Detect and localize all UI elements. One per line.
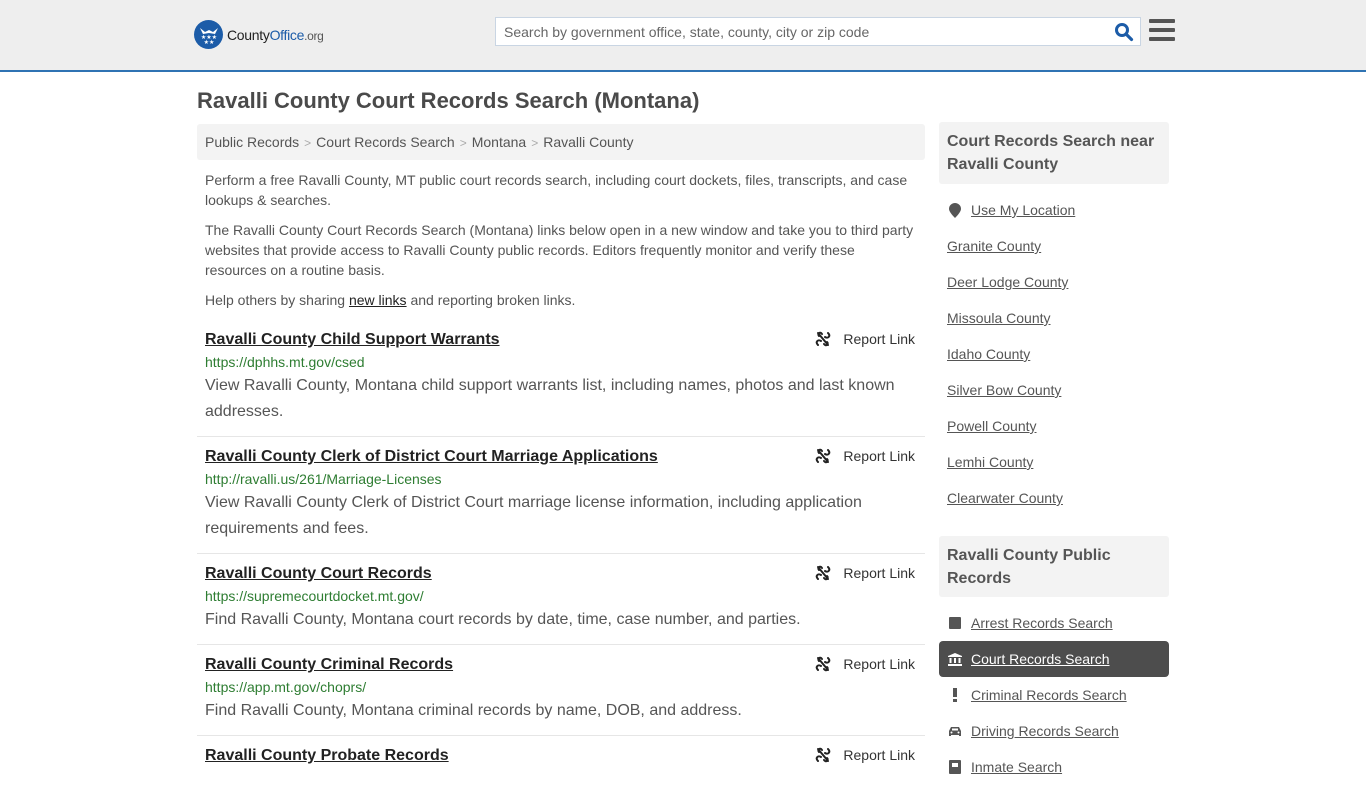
search-box <box>495 17 1141 46</box>
result-item: Ravalli County Child Support Warrants Re… <box>197 331 925 425</box>
result-url: https://supremecourtdocket.mt.gov/ <box>205 588 424 604</box>
broken-link-icon <box>816 747 831 763</box>
result-item: Ravalli County Court Records Report Link… <box>197 565 925 633</box>
new-links-link[interactable]: new links <box>349 292 407 308</box>
intro-paragraph-2: The Ravalli County Court Records Search … <box>205 222 914 278</box>
svg-text:★★: ★★ <box>203 39 214 45</box>
nearby-county-link[interactable]: Clearwater County <box>947 490 1063 506</box>
report-link-button[interactable]: Report Link <box>815 331 915 347</box>
result-item: Ravalli County Probate Records Report Li… <box>197 747 925 765</box>
nearby-county-link[interactable]: Granite County <box>947 238 1041 254</box>
search-icon <box>1115 23 1134 42</box>
result-title-link[interactable]: Ravalli County Clerk of District Court M… <box>205 448 658 465</box>
sidebar-item-driving-records[interactable]: Driving Records Search <box>939 713 1169 749</box>
nearby-county-link[interactable]: Deer Lodge County <box>947 274 1068 290</box>
divider <box>197 644 925 645</box>
map-marker-icon <box>948 202 962 218</box>
site-header: ★★★ ★★ CountyOffice.org <box>0 0 1366 72</box>
breadcrumb-separator: > <box>304 136 312 150</box>
breadcrumb-ravalli-county[interactable]: Ravalli County <box>543 134 633 150</box>
result-title-link[interactable]: Ravalli County Criminal Records <box>205 656 453 673</box>
inmate-icon <box>948 760 962 774</box>
use-my-location[interactable]: Use My Location <box>939 192 1169 228</box>
divider <box>197 735 925 736</box>
courthouse-icon <box>948 652 962 666</box>
intro-paragraph-3: Help others by sharing new links and rep… <box>205 292 576 308</box>
broken-link-icon <box>816 331 831 347</box>
result-title-link[interactable]: Ravalli County Court Records <box>205 565 432 582</box>
result-title-link[interactable]: Ravalli County Probate Records <box>205 747 449 764</box>
result-url: https://dphhs.mt.gov/csed <box>205 354 365 370</box>
report-link-button[interactable]: Report Link <box>815 565 915 581</box>
nearby-county-link[interactable]: Idaho County <box>947 346 1030 362</box>
logo-text: CountyOffice.org <box>227 26 324 43</box>
breadcrumb-montana[interactable]: Montana <box>472 134 526 150</box>
result-item: Ravalli County Clerk of District Court M… <box>197 448 925 542</box>
breadcrumb-separator: > <box>459 136 467 150</box>
result-description: View Ravalli County Clerk of District Co… <box>205 494 862 537</box>
broken-link-icon <box>816 448 831 464</box>
public-records-heading: Ravalli County Public Records <box>939 536 1169 597</box>
broken-link-icon <box>816 565 831 581</box>
sidebar-item-court-records[interactable]: Court Records Search <box>939 641 1169 677</box>
car-icon <box>948 726 962 737</box>
breadcrumb: Public Records > Court Records Search > Mont… <box>197 124 925 160</box>
breadcrumb-public-records[interactable]: Public Records <box>205 134 299 150</box>
report-link-button[interactable]: Report Link <box>815 747 915 763</box>
exclamation-icon <box>948 688 962 702</box>
result-description: View Ravalli County, Montana child suppo… <box>205 377 895 420</box>
eagle-badge-icon: ★★★ ★★ <box>194 20 223 49</box>
result-url: https://app.mt.gov/choprs/ <box>205 679 367 695</box>
sidebar-item-criminal-records[interactable]: Criminal Records Search <box>939 677 1169 713</box>
divider <box>197 553 925 554</box>
page-title: Ravalli County Court Records Search (Mon… <box>197 88 700 113</box>
nearby-county-link[interactable]: Silver Bow County <box>947 382 1061 398</box>
breadcrumb-separator: > <box>531 136 539 150</box>
search-button[interactable] <box>1114 22 1134 42</box>
site-logo[interactable]: ★★★ ★★ CountyOffice.org <box>194 20 324 49</box>
nearby-county-link[interactable]: Powell County <box>947 418 1037 434</box>
nearby-county-link[interactable]: Lemhi County <box>947 454 1033 470</box>
result-item: Ravalli County Criminal Records Report L… <box>197 656 925 724</box>
report-link-button[interactable]: Report Link <box>815 656 915 672</box>
breadcrumb-court-records-search[interactable]: Court Records Search <box>316 134 455 150</box>
nearby-county-link[interactable]: Missoula County <box>947 310 1051 326</box>
sidebar-item-inmate-search[interactable]: Inmate Search <box>939 749 1169 785</box>
report-link-button[interactable]: Report Link <box>815 448 915 464</box>
nearby-heading: Court Records Search near Ravalli County <box>939 122 1169 184</box>
square-icon <box>948 617 962 629</box>
broken-link-icon <box>816 656 831 672</box>
result-title-link[interactable]: Ravalli County Child Support Warrants <box>205 331 500 348</box>
sidebar-item-arrest-records[interactable]: Arrest Records Search <box>939 605 1169 641</box>
intro-paragraph-1: Perform a free Ravalli County, MT public… <box>205 172 908 208</box>
result-url: http://ravalli.us/261/Marriage-Licenses <box>205 471 442 487</box>
result-description: Find Ravalli County, Montana criminal re… <box>205 702 742 719</box>
search-input[interactable] <box>496 18 1106 45</box>
result-description: Find Ravalli County, Montana court recor… <box>205 611 801 628</box>
hamburger-menu-icon[interactable] <box>1149 19 1175 43</box>
divider <box>197 436 925 437</box>
